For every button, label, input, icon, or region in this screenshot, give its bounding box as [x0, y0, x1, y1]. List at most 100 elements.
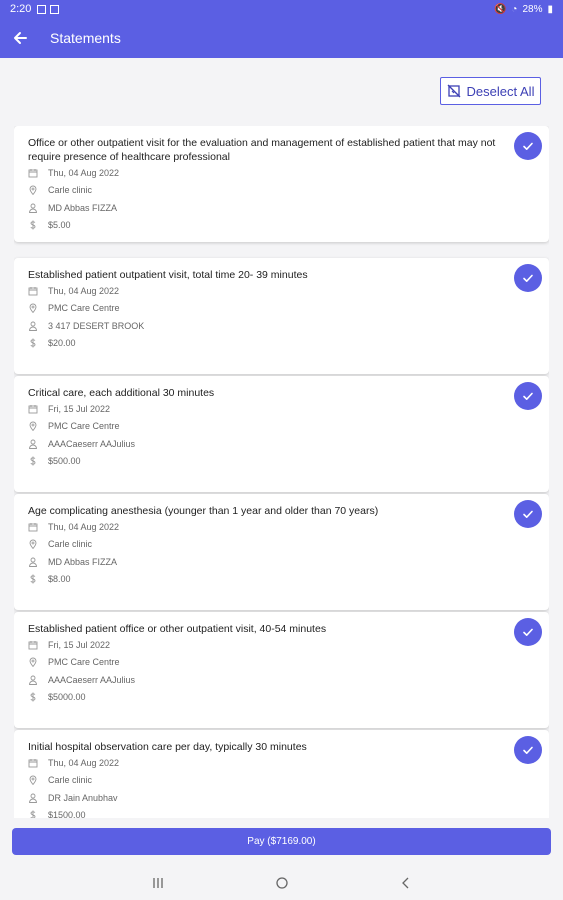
statement-provider: DR Jain Anubhav — [48, 793, 118, 803]
calendar-icon — [28, 287, 38, 296]
pay-button[interactable]: Pay ($7169.00) — [12, 828, 551, 855]
battery-icon: ▮ — [547, 3, 553, 15]
statement-location-row: PMC Care Centre — [28, 301, 120, 315]
statement-provider-row: 3 417 DESERT BROOK — [28, 319, 144, 333]
statement-amount-row: $20.00 — [28, 336, 76, 350]
statement-provider-row: MD Abbas FIZZA — [28, 201, 117, 215]
pay-button-label: Pay ($7169.00) — [247, 836, 316, 847]
location-pin-icon — [29, 185, 37, 195]
statement-amount: $8.00 — [48, 574, 71, 584]
page-title: Statements — [50, 30, 121, 46]
person-icon — [29, 203, 37, 213]
statement-amount: $1500.00 — [48, 810, 86, 818]
statement-date-row: Fri, 15 Jul 2022 — [28, 402, 110, 416]
statement-card[interactable]: Age complicating anesthesia (younger tha… — [14, 494, 549, 610]
statement-select-toggle[interactable] — [514, 618, 542, 646]
mute-icon: 🔇 — [493, 3, 507, 15]
system-nav-bar — [0, 866, 563, 900]
system-back-button[interactable] — [394, 871, 418, 895]
check-icon — [523, 274, 533, 282]
app-notification-icon — [50, 4, 60, 14]
statement-date-row: Thu, 04 Aug 2022 — [28, 284, 119, 298]
person-icon — [29, 439, 37, 449]
recent-apps-button[interactable] — [146, 871, 170, 895]
person-icon — [29, 675, 37, 685]
dollar-icon — [30, 456, 36, 466]
home-button[interactable] — [270, 871, 294, 895]
battery-level: 28% — [522, 3, 543, 15]
arrow-left-icon — [14, 32, 27, 44]
statement-select-toggle[interactable] — [514, 382, 542, 410]
location-pin-icon — [29, 303, 37, 313]
dollar-icon — [30, 692, 36, 702]
location-pin-icon — [29, 657, 37, 667]
statement-card[interactable]: Critical care, each additional 30 minute… — [14, 376, 549, 492]
statement-location: Carle clinic — [48, 775, 93, 785]
gallery-notification-icon — [37, 4, 47, 14]
statement-card[interactable]: Established patient outpatient visit, to… — [14, 258, 549, 374]
statement-location: PMC Care Centre — [48, 421, 120, 431]
check-icon — [523, 746, 533, 754]
statement-date: Thu, 04 Aug 2022 — [48, 758, 120, 768]
wifi-icon: ◔ — [511, 3, 518, 15]
statement-amount-row: $8.00 — [28, 572, 71, 586]
home-circle-icon — [275, 877, 288, 889]
deselect-all-label: Deselect All — [466, 83, 535, 99]
statement-amount: $20.00 — [48, 338, 76, 348]
statement-title: Critical care, each additional 30 minute… — [28, 387, 215, 399]
person-icon — [29, 793, 37, 803]
deselect-icon — [447, 84, 460, 98]
location-pin-icon — [29, 539, 37, 549]
statement-card[interactable]: Office or other outpatient visit for the… — [14, 126, 549, 242]
person-icon — [29, 321, 37, 331]
statement-list[interactable]: Office or other outpatient visit for the… — [14, 126, 549, 818]
statement-date: Thu, 04 Aug 2022 — [48, 286, 120, 296]
dollar-icon — [30, 220, 36, 230]
statement-location-row: PMC Care Centre — [28, 655, 120, 669]
statement-amount: $5.00 — [48, 220, 71, 230]
statement-amount: $500.00 — [48, 456, 81, 466]
statement-select-toggle[interactable] — [514, 264, 542, 292]
dollar-icon — [30, 810, 36, 818]
check-icon — [523, 510, 533, 518]
statement-provider-row: MD Abbas FIZZA — [28, 555, 117, 569]
statement-date-row: Thu, 04 Aug 2022 — [28, 166, 119, 180]
person-icon — [29, 557, 37, 567]
statement-title: Established patient outpatient visit, to… — [28, 269, 308, 281]
status-time: 2:20 — [10, 3, 32, 15]
statement-title: Age complicating anesthesia (younger tha… — [28, 505, 379, 517]
statement-date: Thu, 04 Aug 2022 — [48, 522, 120, 532]
statement-date-row: Thu, 04 Aug 2022 — [28, 520, 119, 534]
statement-location: Carle clinic — [48, 539, 93, 549]
calendar-icon — [28, 523, 38, 532]
statement-select-toggle[interactable] — [514, 736, 542, 764]
statement-location-row: Carle clinic — [28, 183, 92, 197]
location-pin-icon — [29, 421, 37, 431]
statement-provider: AAACaeserr AAJulius — [48, 675, 136, 685]
statement-select-toggle[interactable] — [514, 500, 542, 528]
statement-date: Thu, 04 Aug 2022 — [48, 168, 120, 178]
statement-select-toggle[interactable] — [514, 132, 542, 160]
location-pin-icon — [29, 775, 37, 785]
back-button[interactable] — [0, 18, 40, 58]
statement-title: Office or other outpatient visit for the… — [28, 137, 496, 163]
statement-location-row: PMC Care Centre — [28, 419, 120, 433]
check-icon — [523, 628, 533, 636]
statement-provider-row: DR Jain Anubhav — [28, 791, 118, 805]
dollar-icon — [30, 574, 36, 584]
statement-card[interactable]: Established patient office or other outp… — [14, 612, 549, 728]
check-icon — [523, 142, 533, 150]
statement-date-row: Fri, 15 Jul 2022 — [28, 638, 110, 652]
statement-location-row: Carle clinic — [28, 537, 92, 551]
statement-amount: $5000.00 — [48, 692, 86, 702]
statement-provider: MD Abbas FIZZA — [48, 557, 118, 567]
deselect-all-button[interactable]: Deselect All — [440, 77, 541, 105]
statement-card[interactable]: Initial hospital observation care per da… — [14, 730, 549, 818]
statement-date: Fri, 15 Jul 2022 — [48, 404, 111, 414]
statement-provider-row: AAACaeserr AAJulius — [28, 673, 135, 687]
calendar-icon — [28, 759, 38, 768]
app-bar: Statements — [0, 18, 563, 58]
statement-amount-row: $5000.00 — [28, 690, 86, 704]
statement-location: PMC Care Centre — [48, 303, 120, 313]
statement-provider-row: AAACaeserr AAJulius — [28, 437, 135, 451]
